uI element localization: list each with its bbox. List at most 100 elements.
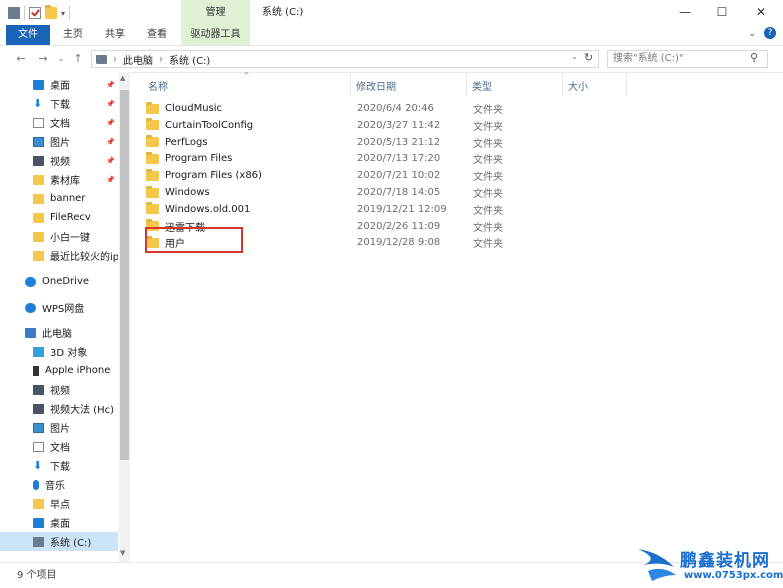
file-date: 2020/7/13 17:20 [357,153,441,165]
nav-item-label: FileRecv [50,212,91,223]
nav-item[interactable]: ⬇ 下载 📌 [0,94,118,113]
breadcrumb-drive-c[interactable]: 系统 (C:) [169,52,210,67]
nav-item-label: 文档 [50,443,70,454]
file-type: 文件夹 [473,138,503,150]
nav-item[interactable]: OneDrive [0,272,118,291]
breadcrumb-this-pc[interactable]: 此电脑 [123,52,153,67]
drive-icon [33,536,44,547]
address-bar[interactable]: › 此电脑 › 系统 (C:) [91,50,599,68]
pin-icon[interactable]: 📌 [106,100,115,108]
nav-item[interactable]: 视频大法 (Hc) [0,399,118,418]
nav-item[interactable]: WPS网盘 [0,298,118,317]
file-row[interactable]: CurtainToolConfig 2020/3/27 11:42 文件夹 [146,117,546,134]
folder-icon [33,193,44,204]
pin-icon[interactable]: 📌 [106,157,115,165]
refresh-icon[interactable]: ↻ [584,51,593,64]
maximize-button[interactable]: ☐ [702,0,742,25]
pin-icon[interactable]: 📌 [106,138,115,146]
column-divider[interactable] [466,74,467,96]
pin-icon[interactable]: 📌 [106,176,115,184]
column-type[interactable]: 类型 [472,78,492,93]
up-arrow-icon[interactable]: ↑ [71,52,85,66]
column-size[interactable]: 大小 [568,78,588,93]
pin-icon[interactable]: 📌 [106,119,115,127]
folder-icon [33,498,44,509]
file-row[interactable]: Windows 2020/7/18 14:05 文件夹 [146,184,546,201]
column-date[interactable]: 修改日期 [356,78,396,93]
file-name: CurtainToolConfig [165,119,254,131]
nav-item[interactable]: 文档 📌 [0,113,118,132]
file-name: Program Files (x86) [165,170,262,182]
file-row[interactable]: CloudMusic 2020/6/4 20:46 文件夹 [146,100,546,117]
nav-item-label: 系统 (C:) [50,538,92,549]
nav-item[interactable]: 图片 📌 [0,132,118,151]
nav-item[interactable]: 图片 [0,418,118,437]
column-divider[interactable] [626,74,627,96]
scroll-up-icon[interactable]: ▲ [120,74,125,82]
column-name[interactable]: 名称 [148,78,168,93]
chevron-right-icon[interactable]: › [113,54,117,65]
nav-item-label: 音乐 [45,481,65,492]
nav-item-label: Apple iPhone [45,365,111,376]
customize-toolbar-icon[interactable]: ▾ [61,9,65,18]
watermark-brand: 鹏鑫装机网 [680,551,770,571]
document-icon [33,117,44,128]
minimize-button[interactable]: — [665,0,705,25]
tab-view[interactable]: 查看 [140,25,174,45]
nav-item[interactable]: 此电脑 [0,323,118,342]
nav-item[interactable]: 桌面 [0,513,118,532]
forward-arrow-icon[interactable]: → [36,52,50,66]
nav-item[interactable]: FileRecv [0,208,118,227]
recent-locations-icon[interactable]: ⌄ [54,52,68,66]
column-divider[interactable] [562,74,563,96]
column-divider[interactable] [350,74,351,96]
properties-icon[interactable] [29,7,41,19]
nav-item[interactable]: 小白一键 [0,227,118,246]
nav-item[interactable]: banner [0,189,118,208]
nav-scrollbar-thumb[interactable] [120,90,129,460]
video-icon [33,403,44,414]
search-input[interactable]: 搜索"系统 (C:)" [607,50,768,68]
nav-item[interactable]: 早点 [0,494,118,513]
nav-item-label: 最近比较火的ipl [50,252,118,263]
tab-drive-tools[interactable]: 驱动器工具 [181,25,250,45]
tab-file[interactable]: 文件 [6,25,50,45]
nav-item[interactable]: 桌面 📌 [0,75,118,94]
pin-icon[interactable]: 📌 [106,81,115,89]
nav-item[interactable]: 音乐 [0,475,118,494]
cube-icon [33,346,44,357]
file-date: 2020/7/18 14:05 [357,187,441,198]
nav-item[interactable]: 3D 对象 [0,342,118,361]
nav-item[interactable]: 视频 📌 [0,151,118,170]
chevron-right-icon[interactable]: › [159,54,163,65]
manage-tab[interactable]: 管理 [181,0,250,25]
address-history-icon[interactable]: ⌄ [571,52,578,61]
nav-item[interactable]: 系统 (C:) [0,532,118,551]
search-icon[interactable]: ⚲ [750,51,758,64]
file-type: 文件夹 [473,155,503,167]
desktop-icon [33,517,44,528]
close-button[interactable]: ✕ [741,0,781,25]
back-arrow-icon[interactable]: ← [14,52,28,66]
tab-home[interactable]: 主页 [56,25,90,45]
expand-ribbon-icon[interactable]: ⌄ [748,28,756,39]
sort-up-icon: ^ [243,71,250,80]
nav-item[interactable]: 文档 [0,437,118,456]
nav-item[interactable]: 素材库 📌 [0,170,118,189]
file-row[interactable]: Windows.old.001 2019/12/21 12:09 文件夹 [146,201,546,218]
nav-item[interactable]: 视频 [0,380,118,399]
file-row[interactable]: PerfLogs 2020/5/13 21:12 文件夹 [146,134,546,151]
new-folder-icon[interactable] [45,5,57,19]
nav-item[interactable]: 最近比较火的ipl [0,246,118,265]
file-row[interactable]: Program Files 2020/7/13 17:20 文件夹 [146,150,546,167]
nav-item[interactable]: ⬇ 下载 [0,456,118,475]
nav-item-label: 视频大法 (Hc) [50,405,114,416]
file-row[interactable]: Program Files (x86) 2020/7/21 10:02 文件夹 [146,167,546,184]
help-icon[interactable]: ? [764,27,776,39]
folder-icon [33,174,44,185]
file-type: 文件夹 [473,105,503,116]
scroll-down-icon[interactable]: ▼ [120,549,125,557]
tab-share[interactable]: 共享 [98,25,132,45]
folder-icon [146,202,159,215]
nav-item[interactable]: Apple iPhone [0,361,118,380]
